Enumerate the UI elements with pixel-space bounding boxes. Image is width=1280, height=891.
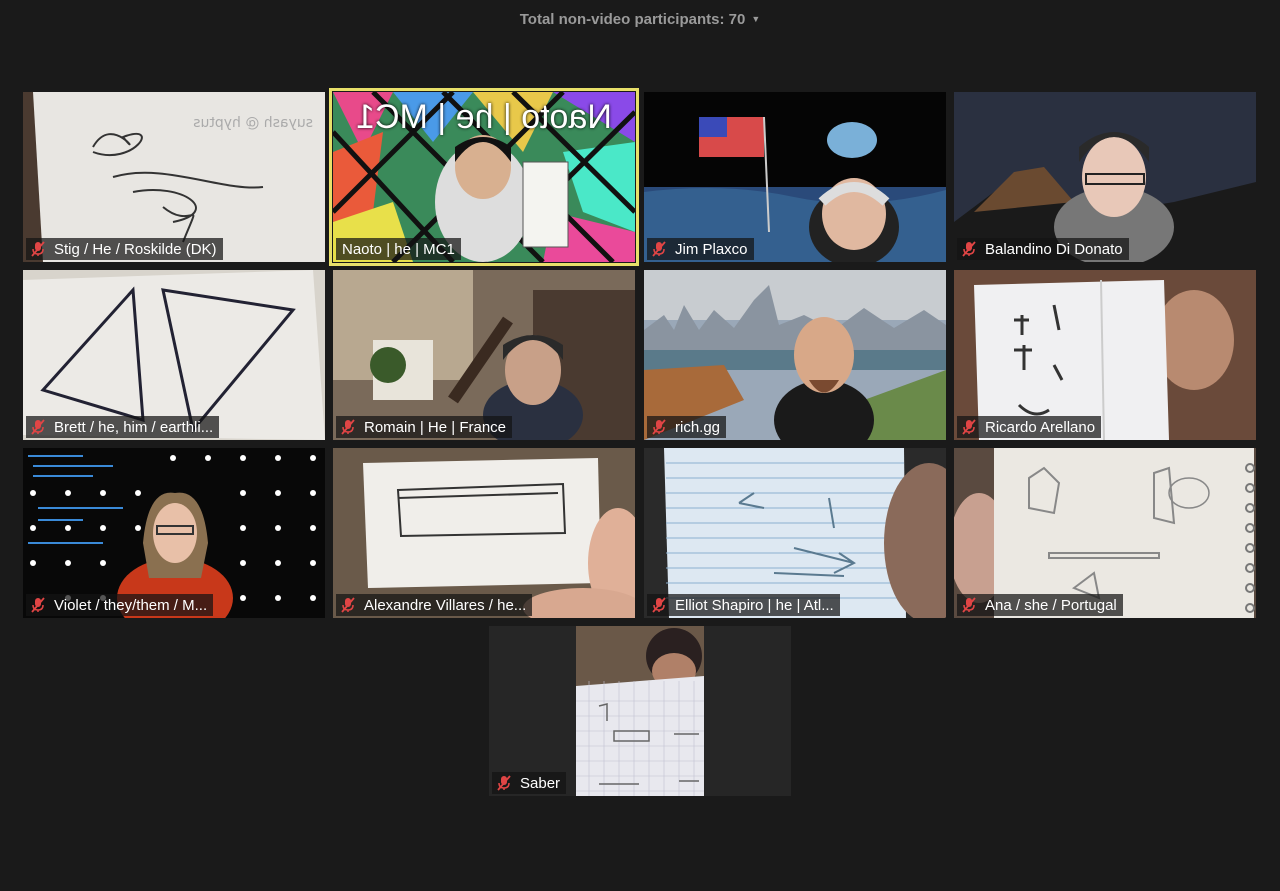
room-background-video <box>333 270 635 440</box>
video-tile-elliot[interactable]: Elliot Shapiro | he | Atl... <box>644 448 946 618</box>
participant-name-tag: Balandino Di Donato <box>957 238 1129 260</box>
muted-mic-icon <box>652 241 666 257</box>
participant-name-tag: Stig / He / Roskilde (DK) <box>26 238 223 260</box>
paper-drawing-video <box>954 270 1256 440</box>
muted-mic-icon <box>652 419 666 435</box>
participant-name-tag: Alexandre Villares / he... <box>336 594 533 616</box>
svg-text:suyash @ hyptus: suyash @ hyptus <box>193 115 313 131</box>
participant-name: Stig / He / Roskilde (DK) <box>54 240 217 258</box>
muted-mic-icon <box>962 241 976 257</box>
lined-paper-video <box>644 448 946 618</box>
video-tile-brett[interactable]: Brett / he, him / earthli... <box>23 270 325 440</box>
graph-paper-video <box>489 626 791 796</box>
participant-name: Elliot Shapiro | he | Atl... <box>675 596 834 614</box>
participant-name: Romain | He | France <box>364 418 507 436</box>
video-tile-balandino[interactable]: Balandino Di Donato <box>954 92 1256 262</box>
participant-name: Alexandre Villares / he... <box>364 596 527 614</box>
participant-name: Ricardo Arellano <box>985 418 1096 436</box>
muted-mic-icon <box>31 419 45 435</box>
participant-name-tag: Brett / he, him / earthli... <box>26 416 220 438</box>
paper-drawing-video <box>23 270 325 440</box>
participant-name-tag: Violet / they/them / M... <box>26 594 214 616</box>
participant-name-tag: rich.gg <box>647 416 727 438</box>
participant-name-tag: Ana / she / Portugal <box>957 594 1123 616</box>
participant-name-tag: Elliot Shapiro | he | Atl... <box>647 594 840 616</box>
chevron-down-icon: ▼ <box>751 14 761 24</box>
video-tile-ana[interactable]: Ana / she / Portugal <box>954 448 1256 618</box>
muted-mic-icon <box>962 597 976 613</box>
participant-name: rich.gg <box>675 418 721 436</box>
participant-name-tag: Romain | He | France <box>336 416 513 438</box>
mountain-night-background-video <box>954 92 1256 262</box>
dot-grid-background-video <box>23 448 325 618</box>
video-tile-romain[interactable]: Romain | He | France <box>333 270 635 440</box>
mirrored-name-overlay: Naoto | he | MC1 <box>356 98 612 136</box>
muted-mic-icon <box>341 419 355 435</box>
participant-name-tag: Ricardo Arellano <box>957 416 1102 438</box>
paper-drawing-video <box>333 448 635 618</box>
video-tile-saber[interactable]: Saber <box>489 626 791 796</box>
participant-name-tag: Jim Plaxco <box>647 238 754 260</box>
muted-mic-icon <box>31 241 45 257</box>
participant-name: Brett / he, him / earthli... <box>54 418 214 436</box>
video-tile-violet[interactable]: Violet / they/them / M... <box>23 448 325 618</box>
video-tile-ricardo[interactable]: Ricardo Arellano <box>954 270 1256 440</box>
muted-mic-icon <box>652 597 666 613</box>
video-tile-alexandre[interactable]: Alexandre Villares / he... <box>333 448 635 618</box>
video-tile-stig[interactable]: suyash @ hyptus Stig / He / Roskilde (DK… <box>23 92 325 262</box>
moon-background-video <box>644 92 946 262</box>
muted-mic-icon <box>31 597 45 613</box>
muted-mic-icon <box>962 419 976 435</box>
participant-name-tag: Naoto | he | MC1 <box>336 238 461 260</box>
participant-name: Saber <box>520 774 561 792</box>
participant-name: Jim Plaxco <box>675 240 748 258</box>
video-tile-naoto[interactable]: Naoto | he | MC1 Naoto | he | MC1 <box>329 88 639 266</box>
sketchbook-video <box>954 448 1256 618</box>
participant-name: Ana / she / Portugal <box>985 596 1117 614</box>
city-background-video <box>644 270 946 440</box>
paper-drawing-video: suyash @ hyptus <box>23 92 325 262</box>
participant-name-tag: Saber <box>492 772 567 794</box>
participant-name: Balandino Di Donato <box>985 240 1123 258</box>
participants-count-text: Total non-video participants: 70 <box>519 10 746 28</box>
video-tile-rich[interactable]: rich.gg <box>644 270 946 440</box>
video-tile-jim[interactable]: Jim Plaxco <box>644 92 946 262</box>
participants-count-dropdown[interactable]: Total non-video participants: 70 ▼ <box>0 8 1280 30</box>
participant-name: Naoto | he | MC1 <box>342 240 455 258</box>
participant-name: Violet / they/them / M... <box>54 596 208 614</box>
muted-mic-icon <box>341 597 355 613</box>
muted-mic-icon <box>497 775 511 791</box>
